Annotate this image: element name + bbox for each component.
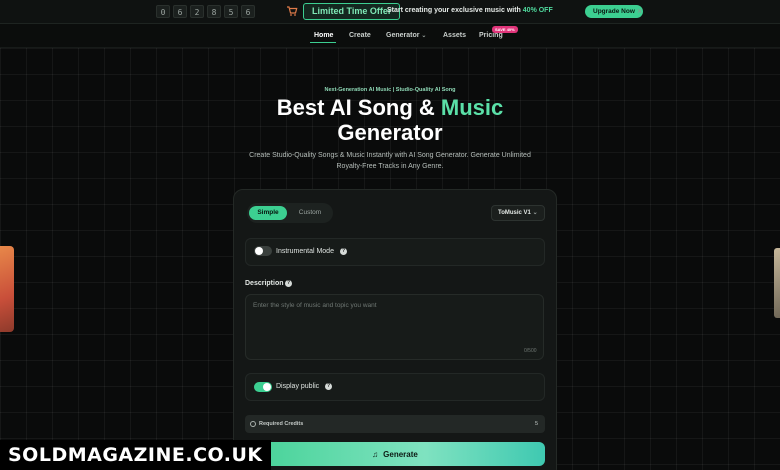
side-cover-art-right[interactable] — [774, 248, 780, 318]
promo-text-main: Start creating your exclusive music with — [387, 7, 523, 14]
pricing-badge: SAVE 40% — [492, 26, 518, 33]
limited-offer-badge[interactable]: Limited Time Offer — [303, 3, 401, 20]
countdown-digit: 8 — [207, 5, 221, 18]
promo-bar: 0 6 2 8 5 6 Limited Time Offer Start cre… — [0, 0, 780, 24]
watermark: SOLDMAGAZINE.CO.UK — [0, 440, 271, 470]
countdown-digit: 5 — [224, 5, 238, 18]
hero-subtitle: Create Studio-Quality Songs & Music Inst… — [249, 152, 531, 170]
music-note-icon: ♫ — [372, 449, 379, 459]
help-icon[interactable]: ? — [325, 383, 332, 390]
instrumental-label: Instrumental Mode — [276, 248, 334, 255]
title-accent: Music — [440, 95, 504, 120]
upgrade-now-button[interactable]: Upgrade Now — [585, 5, 643, 18]
title-part-1: Best AI Song & — [276, 95, 441, 120]
generate-button[interactable]: ♫ Generate — [245, 442, 545, 466]
model-select-value: ToMusic V1 — [498, 210, 531, 216]
coin-icon — [250, 421, 256, 427]
countdown-digit: 2 — [190, 5, 204, 18]
char-count: 0/500 — [524, 348, 537, 354]
countdown-digit: 0 — [156, 5, 170, 18]
promo-text: Start creating your exclusive music with… — [387, 7, 553, 14]
nav-pricing[interactable]: Pricing — [479, 32, 503, 39]
hero-eyebrow: Next-Generation AI Music | Studio-Qualit… — [324, 87, 456, 93]
instrumental-toggle[interactable] — [254, 246, 272, 256]
help-icon[interactable]: ? — [285, 280, 292, 287]
tab-custom[interactable]: Custom — [291, 206, 329, 220]
tab-simple[interactable]: Simple — [249, 206, 287, 220]
nav-create[interactable]: Create — [349, 32, 371, 39]
credits-value: 5 — [535, 421, 539, 427]
countdown-digit: 6 — [241, 5, 255, 18]
display-public-toggle[interactable] — [254, 382, 272, 392]
chevron-down-icon: ⌄ — [532, 210, 538, 216]
countdown-digit: 6 — [173, 5, 187, 18]
side-cover-art-left[interactable] — [0, 246, 14, 332]
promo-discount: 40% OFF — [522, 7, 553, 14]
close-icon[interactable]: × — [637, 6, 642, 16]
nav-home[interactable]: Home — [314, 32, 333, 39]
main-nav: Home Create Generator ⌄ Assets Pricing — [0, 24, 780, 48]
help-icon[interactable]: ? — [340, 248, 347, 255]
description-label: Description — [245, 280, 284, 287]
toggle-knob — [263, 383, 271, 391]
title-part-2: Generator — [337, 120, 443, 145]
description-field[interactable] — [245, 294, 544, 360]
nav-assets[interactable]: Assets — [443, 32, 466, 39]
credits-label: Required Credits — [259, 421, 304, 427]
page-title: Best AI Song & Music Generator — [0, 95, 780, 145]
display-public-label: Display public — [276, 383, 320, 390]
toggle-knob — [255, 247, 263, 255]
model-select[interactable]: ToMusic V1 ⌄ — [491, 205, 545, 221]
cart-icon — [287, 6, 298, 16]
active-nav-indicator — [310, 42, 336, 43]
countdown-timer: 0 6 2 8 5 6 — [156, 5, 255, 18]
chevron-down-icon: ⌄ — [421, 33, 427, 39]
nav-generator-label: Generator — [386, 32, 420, 39]
nav-generator[interactable]: Generator ⌄ — [386, 32, 426, 39]
mode-tabs: Simple Custom — [247, 203, 333, 223]
generate-label: Generate — [383, 449, 418, 459]
